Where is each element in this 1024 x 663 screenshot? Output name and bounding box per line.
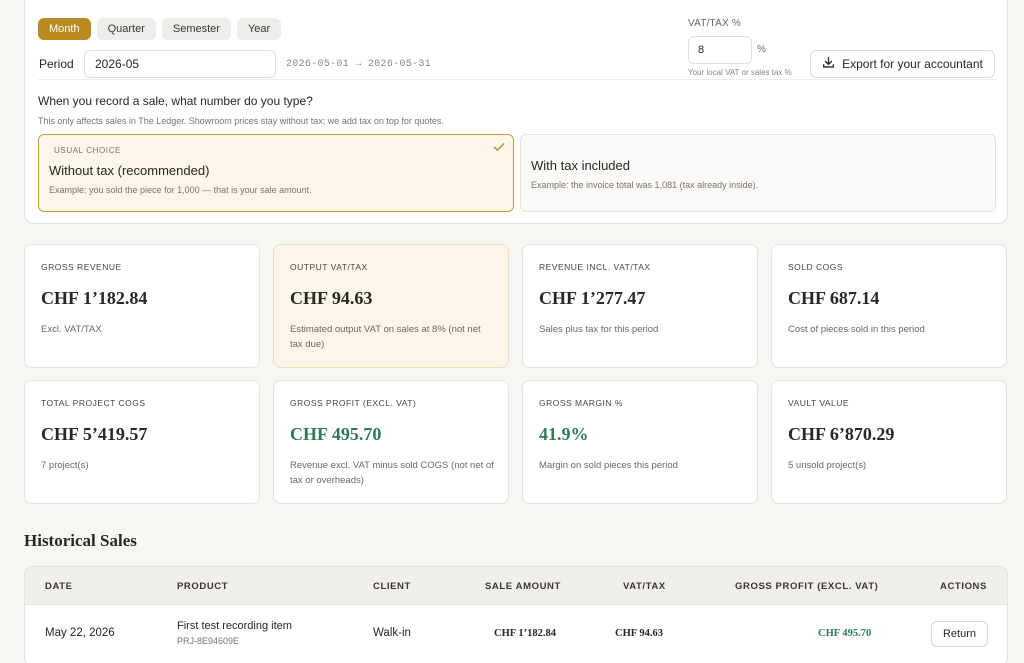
stat-card-sold-cogs: SOLD COGS CHF 687.14 Cost of pieces sold… [771,244,1007,368]
export-button[interactable]: Export for your accountant [810,50,995,78]
tab-semester[interactable]: Semester [161,18,231,40]
period-range: 2026-05-01 → 2026-05-31 [286,59,431,70]
stat-label: TOTAL PROJECT COGS [41,398,146,408]
stat-note: Cost of pieces sold in this period [788,324,925,335]
stat-card-vault-value: VAULT VALUE CHF 6’870.29 5 unsold projec… [771,380,1007,504]
entry-mode-subtitle: This only affects sales in The Ledger. S… [38,116,444,126]
historical-sales-table: DATE PRODUCT CLIENT SALE AMOUNT VAT/TAX … [24,566,1008,663]
column-header-date: DATE [45,581,73,592]
stat-label: GROSS REVENUE [41,262,122,272]
stat-card-gross-profit: GROSS PROFIT (EXCL. VAT) CHF 495.70 Reve… [273,380,509,504]
product-name: First test recording item [177,620,292,632]
section-title: Historical Sales [24,531,137,550]
option-without-tax[interactable]: USUAL CHOICE Without tax (recommended) E… [38,134,514,212]
stat-value: 41.9% [539,424,589,444]
stat-value: CHF 687.14 [788,288,880,308]
stat-note: Margin on sold pieces this period [539,460,678,471]
stat-label: VAULT VALUE [788,398,850,408]
stat-value: CHF 1’277.47 [539,288,646,308]
column-header-sale-amount: SALE AMOUNT [485,581,561,592]
stat-note: Revenue excl. VAT minus sold COGS (not n… [290,460,494,486]
return-button[interactable]: Return [931,621,988,647]
column-header-gross-profit: GROSS PROFIT (EXCL. VAT) [735,581,879,592]
period-tabs: Month Quarter Semester Year [38,18,282,40]
vat-amount: CHF 94.63 [615,628,664,639]
stat-note: Excl. VAT/TAX [41,324,102,335]
option-title: With tax included [531,158,630,173]
entry-mode-question: When you record a sale, what number do y… [38,94,313,108]
tab-month[interactable]: Month [38,18,91,40]
usual-choice-tag: USUAL CHOICE [54,146,121,155]
stat-note: 7 project(s) [41,460,89,471]
stat-value: CHF 6’870.29 [788,424,895,444]
product-id: PRJ-8E94609E [177,636,240,646]
column-header-product: PRODUCT [177,581,229,592]
stat-label: GROSS PROFIT (EXCL. VAT) [290,398,417,408]
stat-note: Estimated output VAT on sales at 8% (not… [290,324,481,350]
option-description: Example: you sold the piece for 1,000 — … [49,185,312,195]
stat-value: CHF 495.70 [290,424,382,444]
checkmark-icon [493,139,505,157]
export-button-label: Export for your accountant [842,57,983,71]
sale-date: May 22, 2026 [45,627,115,639]
tab-quarter[interactable]: Quarter [96,18,156,40]
divider [38,79,996,80]
vat-percent-sign: % [757,44,766,55]
stat-card-revenue-incl-vat: REVENUE INCL. VAT/TAX CHF 1’277.47 Sales… [522,244,758,368]
vat-hint: Your local VAT or sales tax % [688,68,792,77]
stat-note: Sales plus tax for this period [539,324,659,335]
sale-amount: CHF 1’182.84 [494,628,557,639]
vat-label: VAT/TAX % [688,18,741,29]
gross-profit-amount: CHF 495.70 [818,628,872,639]
client-name: Walk-in [373,627,411,639]
stat-value: CHF 1’182.84 [41,288,148,308]
download-icon [822,56,835,72]
stat-label: GROSS MARGIN % [539,398,623,408]
option-description: Example: the invoice total was 1,081 (ta… [531,180,759,190]
period-label: Period [39,57,74,71]
stat-card-gross-margin: GROSS MARGIN % 41.9% Margin on sold piec… [522,380,758,504]
stat-value: CHF 94.63 [290,288,373,308]
table-header: DATE PRODUCT CLIENT SALE AMOUNT VAT/TAX … [25,567,1007,605]
report-controls-panel: Month Quarter Semester Year Period 2026-… [24,0,1008,224]
stat-value: CHF 5’419.57 [41,424,148,444]
stat-note: 5 unsold project(s) [788,460,867,471]
column-header-client: CLIENT [373,581,411,592]
column-header-actions: ACTIONS [940,581,987,592]
vat-rate-input[interactable]: 8 [688,36,752,64]
stat-card-total-project-cogs: TOTAL PROJECT COGS CHF 5’419.57 7 projec… [24,380,260,504]
stat-label: REVENUE INCL. VAT/TAX [539,262,651,272]
period-input[interactable]: 2026-05 [84,50,276,78]
stat-card-gross-revenue: GROSS REVENUE CHF 1’182.84 Excl. VAT/TAX [24,244,260,368]
option-title: Without tax (recommended) [49,163,210,178]
stat-card-output-vat: OUTPUT VAT/TAX CHF 94.63 Estimated outpu… [273,244,509,368]
stat-label: OUTPUT VAT/TAX [290,262,368,272]
column-header-vat: VAT/TAX [623,581,666,592]
option-with-tax[interactable]: With tax included Example: the invoice t… [520,134,996,212]
tab-year[interactable]: Year [236,18,282,40]
stat-label: SOLD COGS [788,262,844,272]
